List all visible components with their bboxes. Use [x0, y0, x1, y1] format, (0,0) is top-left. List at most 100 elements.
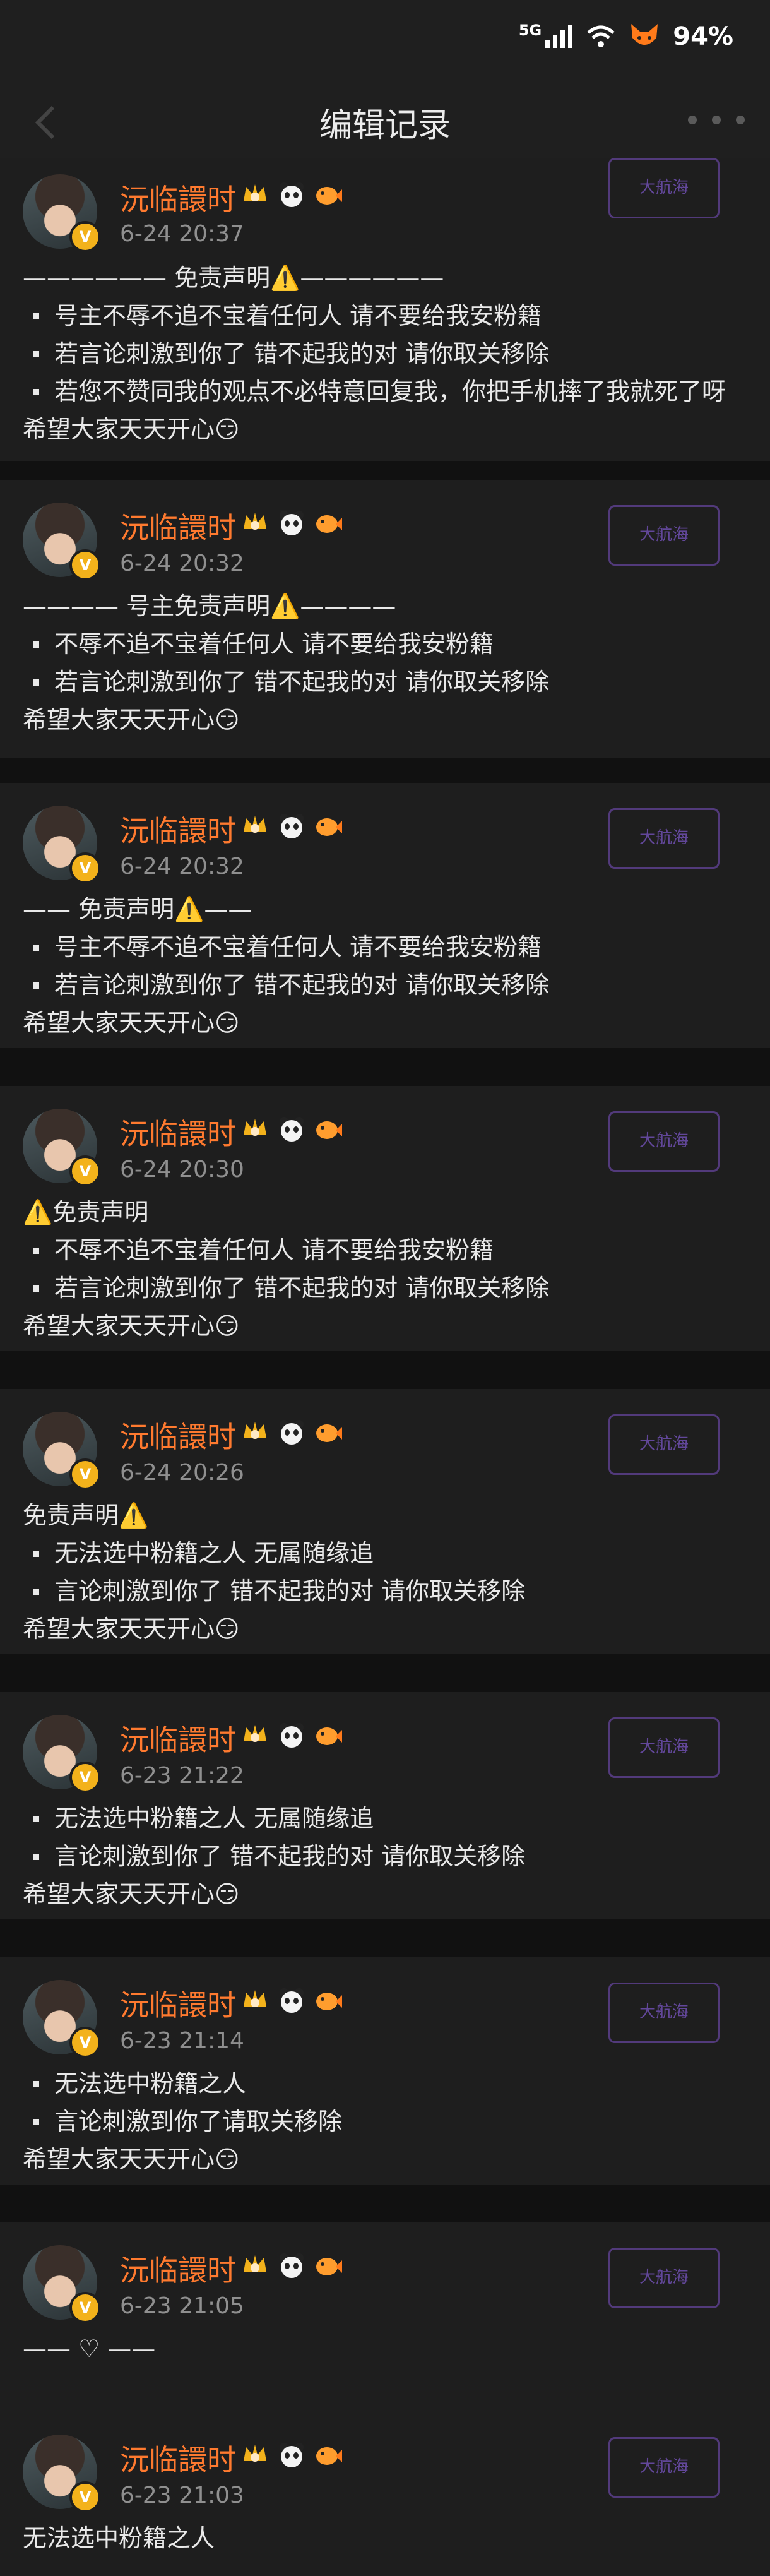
avatar[interactable]: V — [23, 1109, 101, 1187]
content-line: 希望大家天天开心😏 — [23, 1312, 240, 1340]
edit-timestamp: 6-24 20:30 — [120, 1157, 244, 1183]
content-line: —— ♡ —— — [23, 2335, 156, 2363]
fish-badge-icon — [316, 2447, 342, 2465]
edit-timestamp: 6-23 21:22 — [120, 1763, 244, 1789]
content-bullet-line: 无法选中粉籍之人 无属随缘追 — [23, 1534, 751, 1572]
history-entry: V 沅临譞时 6-24 20:30 大航海 ⚠️免责声明 不辱不追不宝着任何人 请… — [0, 1086, 770, 1351]
user-name[interactable]: 沅临譞时 — [120, 1414, 236, 1456]
post-content: —— ♡ —— — [23, 2330, 751, 2368]
post-content: 无法选中粉籍之人 — [23, 2519, 751, 2557]
fish-badge-icon — [316, 1993, 342, 2010]
panda-badge-icon — [280, 2253, 304, 2278]
user-name[interactable]: 沅临譞时 — [120, 2437, 236, 2479]
edit-timestamp: 6-23 21:05 — [120, 2293, 244, 2319]
user-badges — [240, 2440, 343, 2470]
history-entry: V 沅临譞时 6-23 21:22 大航海 无法选中粉籍之人 无属随缘追 言论刺激… — [0, 1692, 770, 1919]
status-bar: 5G 94% — [0, 0, 770, 76]
fan-stamp-badge: 大航海 — [608, 1717, 720, 1778]
avatar[interactable]: V — [23, 503, 101, 581]
crown-badge-icon — [244, 184, 266, 201]
content-bullet-line: 不辱不追不宝着任何人 请不要给我安粉籍 — [23, 625, 751, 663]
more-dot-icon — [688, 116, 697, 124]
battery-level: 94% — [673, 22, 733, 51]
avatar[interactable]: V — [23, 806, 101, 884]
content-line: 希望大家天天开心😏 — [23, 415, 240, 443]
user-badges — [240, 508, 343, 538]
nav-bar: 编辑记录 — [0, 76, 770, 164]
user-name[interactable]: 沅临譞时 — [120, 177, 236, 218]
content-bullet-line: 无法选中粉籍之人 — [23, 2065, 751, 2102]
history-entry: V 沅临譞时 6-23 21:05 大航海 —— ♡ —— — [0, 2222, 770, 2412]
fish-badge-icon — [316, 1424, 342, 1442]
user-name[interactable]: 沅临譞时 — [120, 505, 236, 547]
fan-stamp-badge: 大航海 — [608, 808, 720, 869]
avatar[interactable]: V — [23, 174, 101, 253]
fish-badge-icon — [316, 1121, 342, 1139]
network-label: 5G — [518, 21, 542, 39]
content-bullet-line: 言论刺激到你了 错不起我的对 请你取关移除 — [23, 1837, 751, 1875]
content-bullet-line: 不辱不追不宝着任何人 请不要给我安粉籍 — [23, 1231, 751, 1269]
edit-timestamp: 6-23 21:14 — [120, 2028, 244, 2054]
content-bullet-line: 若言论刺激到你了 错不起我的对 请你取关移除 — [23, 335, 751, 373]
user-badges — [240, 2250, 343, 2281]
user-name[interactable]: 沅临譞时 — [120, 808, 236, 850]
user-name[interactable]: 沅临譞时 — [120, 2248, 236, 2289]
post-content: 免责声明⚠️ 无法选中粉籍之人 无属随缘追 言论刺激到你了 错不起我的对 请你取关移… — [23, 1496, 751, 1648]
page-title: 编辑记录 — [319, 107, 451, 145]
more-options-button[interactable] — [688, 107, 745, 133]
crown-badge-icon — [244, 1725, 266, 1742]
user-badges — [240, 1720, 343, 1750]
verified-badge-icon: V — [69, 852, 101, 884]
panda-badge-icon — [280, 1117, 304, 1142]
post-content: ⚠️免责声明 不辱不追不宝着任何人 请不要给我安粉籍 若言论刺激到你了 错不起我的对… — [23, 1193, 751, 1345]
content-bullet-line: 言论刺激到你了请取关移除 — [23, 2102, 751, 2140]
user-name[interactable]: 沅临譞时 — [120, 1111, 236, 1153]
crown-badge-icon — [244, 2255, 266, 2272]
content-bullet-line: 若您不赞同我的观点不必特意回复我，你把手机摔了我就死了呀 — [23, 373, 751, 410]
fan-stamp-badge: 大航海 — [608, 1111, 720, 1172]
verified-badge-icon: V — [69, 549, 101, 581]
avatar[interactable]: V — [23, 2245, 101, 2323]
fish-badge-icon — [316, 515, 342, 533]
fan-stamp-badge: 大航海 — [608, 1414, 720, 1475]
panda-badge-icon — [280, 1723, 304, 1748]
edit-timestamp: 6-24 20:32 — [120, 551, 244, 576]
avatar[interactable]: V — [23, 1980, 101, 2058]
fish-badge-icon — [316, 1727, 342, 1745]
content-bullet-line: 言论刺激到你了 错不起我的对 请你取关移除 — [23, 1572, 751, 1610]
verified-badge-icon: V — [69, 2292, 101, 2323]
avatar[interactable]: V — [23, 1715, 101, 1793]
verified-badge-icon: V — [69, 2481, 101, 2513]
avatar[interactable]: V — [23, 1412, 101, 1490]
crown-badge-icon — [244, 2445, 266, 2462]
crown-badge-icon — [244, 1422, 266, 1439]
content-bullet-line: 号主不辱不追不宝着任何人 请不要给我安粉籍 — [23, 928, 751, 966]
fan-stamp-badge: 大航海 — [608, 2437, 720, 2498]
post-content: 无法选中粉籍之人 言论刺激到你了请取关移除 希望大家天天开心😏 — [23, 2065, 751, 2178]
fan-stamp-badge: 大航海 — [608, 2248, 720, 2308]
fan-stamp-badge: 大航海 — [608, 505, 720, 566]
crown-badge-icon — [244, 1119, 266, 1136]
wifi-icon — [587, 25, 615, 47]
crown-badge-icon — [244, 1990, 266, 2007]
user-badges — [240, 179, 343, 210]
panda-badge-icon — [280, 2443, 304, 2467]
edit-timestamp: 6-23 21:03 — [120, 2483, 244, 2508]
fox-icon — [631, 24, 658, 45]
avatar[interactable]: V — [23, 2435, 101, 2513]
history-entry: V 沅临譞时 6-24 20:37 大航海 —————— 免责声明⚠️—————… — [0, 158, 770, 461]
signal-icon — [545, 25, 573, 48]
verified-badge-icon: V — [69, 221, 101, 253]
content-line: 无法选中粉籍之人 — [23, 2524, 215, 2552]
content-line: —————— 免责声明⚠️—————— — [23, 264, 444, 292]
content-line: 希望大家天天开心😏 — [23, 706, 240, 734]
history-entry: V 沅临譞时 6-24 20:26 大航海 免责声明⚠️ 无法选中粉籍之人 无属随… — [0, 1389, 770, 1654]
user-name[interactable]: 沅临譞时 — [120, 1983, 236, 2024]
user-name[interactable]: 沅临譞时 — [120, 1717, 236, 1759]
content-bullet-line: 无法选中粉籍之人 无属随缘追 — [23, 1799, 751, 1837]
status-indicators: 5G 94% — [519, 19, 733, 54]
user-badges — [240, 1985, 343, 2015]
fish-badge-icon — [316, 2258, 342, 2275]
crown-badge-icon — [244, 513, 266, 530]
crown-badge-icon — [244, 816, 266, 833]
